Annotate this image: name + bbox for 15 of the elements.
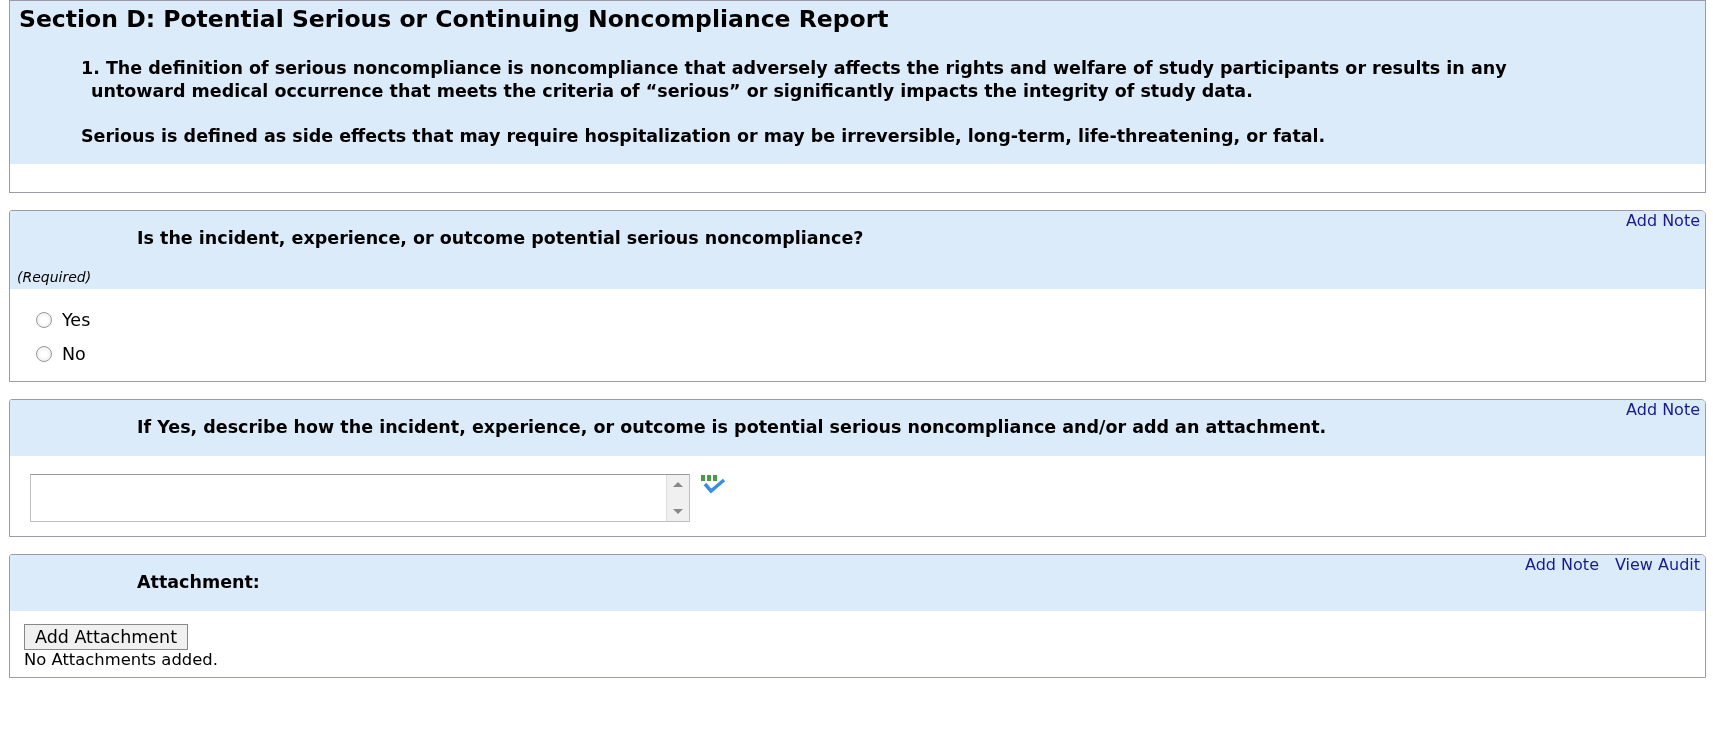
link[interactable]: Add Note bbox=[1525, 555, 1599, 574]
question-text: If Yes, describe how the incident, experience, or outcome is potential serious noncompliance and/or add an attachment. bbox=[137, 416, 1328, 439]
section-title: Section D: Potential Serious or Continuing Noncompliance Report bbox=[19, 5, 890, 33]
option-label: Yes bbox=[62, 310, 91, 330]
link[interactable]: View Audit bbox=[1615, 555, 1700, 574]
instruction-paragraph: 1. The definition of serious noncompliance is noncompliance that adversely affects the rights and welfare of study participants or results in any untoward medical occurrence that meets the criteria of “serious” or significantly impacts the integrity of study data. bbox=[81, 57, 1508, 103]
instruction-paragraph: Serious is defined as side effects that may require hospitalization or may be irreversible, long-term, life-threatening, or fatal. bbox=[81, 125, 1327, 148]
required-label: (Required) bbox=[17, 269, 92, 285]
question-text: Attachment: bbox=[137, 571, 261, 594]
link[interactable]: Add Note bbox=[1626, 400, 1700, 419]
question-text: Is the incident, experience, or outcome potential serious noncompliance? bbox=[137, 227, 865, 250]
option-label: No bbox=[62, 344, 86, 364]
link[interactable]: Add Note bbox=[1626, 211, 1700, 230]
status-text: No Attachments added. bbox=[24, 650, 219, 669]
add-attachment-button[interactable]: Add Attachment bbox=[24, 624, 189, 650]
